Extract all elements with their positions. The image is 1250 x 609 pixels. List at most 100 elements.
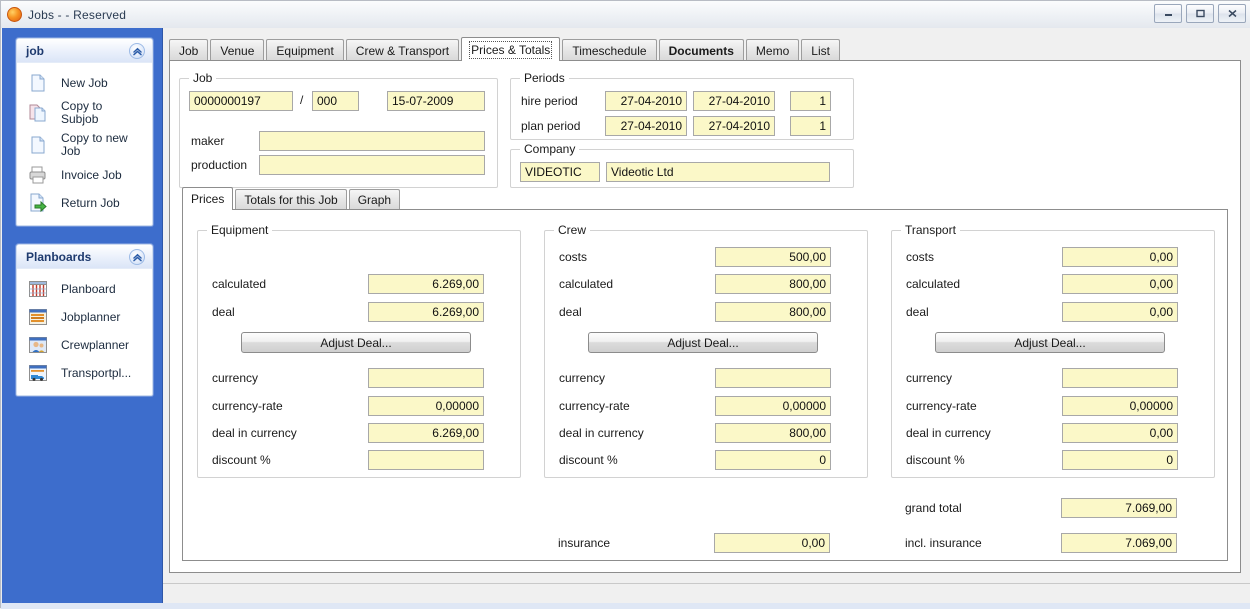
sidebar-panel-job: job New Job Copy to Subjob Copy to new J…: [16, 38, 153, 226]
inner-tab-label: Graph: [357, 193, 392, 207]
prices-and-totals-page: Job 0000000197 / 000 15-07-2009 maker pr…: [169, 60, 1241, 573]
equipment-deal-field[interactable]: 6.269,00: [368, 302, 484, 322]
minimize-button[interactable]: [1154, 4, 1182, 23]
insurance-field[interactable]: 0,00: [714, 533, 830, 553]
transport-deal-label: deal: [906, 305, 929, 319]
tab-list[interactable]: List: [801, 39, 840, 61]
company-name-field[interactable]: Videotic Ltd: [606, 162, 830, 182]
periods-group: Periods hire period 27-04-2010 27-04-201…: [510, 71, 854, 140]
sidebar-item-label: New Job: [61, 75, 108, 90]
sidebar-panel-job-header[interactable]: job: [17, 39, 152, 63]
chevron-up-icon[interactable]: [129, 43, 145, 59]
window-title: Jobs - - Reserved: [28, 7, 127, 22]
crew-discount-field[interactable]: 0: [715, 450, 831, 470]
chevron-up-icon[interactable]: [129, 249, 145, 265]
grand-total-field[interactable]: 7.069,00: [1061, 498, 1177, 518]
equipment-calculated-field[interactable]: 6.269,00: [368, 274, 484, 294]
crew-discount-label: discount %: [559, 453, 618, 467]
equipment-currency-field[interactable]: [368, 368, 484, 388]
title-bar: Jobs - - Reserved: [1, 1, 1250, 28]
equipment-deal-in-currency-label: deal in currency: [212, 426, 297, 440]
inner-tab-label: Totals for this Job: [244, 193, 338, 207]
plan-period-days-field[interactable]: 1: [790, 116, 831, 136]
crew-deal-field[interactable]: 800,00: [715, 302, 831, 322]
job-number-field[interactable]: 0000000197: [189, 91, 293, 111]
tab-job[interactable]: Job: [169, 39, 209, 61]
sidebar-panel-planboards-title: Planboards: [26, 249, 92, 264]
tab-timeschedule[interactable]: Timeschedule: [562, 39, 657, 61]
tab-label: List: [811, 43, 830, 58]
transport-currency-label: currency: [906, 371, 953, 385]
crew-currency-field[interactable]: [715, 368, 831, 388]
plan-period-from-field[interactable]: 27-04-2010: [605, 116, 687, 136]
transport-deal-in-currency-field[interactable]: 0,00: [1062, 423, 1178, 443]
job-date-field[interactable]: 15-07-2009: [387, 91, 485, 111]
inner-tab-graph[interactable]: Graph: [348, 189, 401, 210]
company-group-legend: Company: [520, 142, 580, 156]
sidebar-item-label: Copy to Subjob: [61, 99, 103, 126]
sidebar-panel-planboards-header[interactable]: Planboards: [17, 245, 152, 269]
sidebar-item-copy-to-new-job[interactable]: Copy to new Job: [17, 129, 152, 161]
transport-calculated-field[interactable]: 0,00: [1062, 274, 1178, 294]
status-bar: [163, 583, 1250, 603]
hire-period-from-field[interactable]: 27-04-2010: [605, 91, 687, 111]
crew-adjust-deal-button[interactable]: Adjust Deal...: [588, 332, 818, 353]
sidebar-item-copy-to-subjob[interactable]: Copy to Subjob: [17, 97, 152, 129]
equipment-adjust-deal-button[interactable]: Adjust Deal...: [241, 332, 471, 353]
periods-group-legend: Periods: [520, 71, 569, 85]
sidebar-item-transportplanner[interactable]: Transportpl...: [17, 359, 152, 387]
equipment-discount-field[interactable]: [368, 450, 484, 470]
sidebar-item-new-job[interactable]: New Job: [17, 69, 152, 97]
crew-deal-label: deal: [559, 305, 582, 319]
tab-prices-and-totals[interactable]: Prices & Totals: [461, 37, 561, 61]
sidebar-item-crewplanner[interactable]: Crewplanner: [17, 331, 152, 359]
crew-calculated-label: calculated: [559, 277, 614, 291]
tab-label: Venue: [220, 43, 255, 58]
production-field[interactable]: [259, 155, 485, 175]
company-code-field[interactable]: VIDEOTIC: [520, 162, 600, 182]
job-subnumber-field[interactable]: 000: [312, 91, 359, 111]
production-label: production: [191, 158, 248, 172]
transport-currency-field[interactable]: [1062, 368, 1178, 388]
sidebar-item-jobplanner[interactable]: Jobplanner: [17, 303, 152, 331]
equipment-group: Equipment calculated 6.269,00 deal 6.269…: [197, 223, 521, 478]
transport-adjust-deal-button[interactable]: Adjust Deal...: [935, 332, 1165, 353]
sidebar-item-invoice-job[interactable]: Invoice Job: [17, 161, 152, 189]
hire-period-days-field[interactable]: 1: [790, 91, 831, 111]
tab-equipment[interactable]: Equipment: [266, 39, 344, 61]
inner-tab-totals-for-this-job[interactable]: Totals for this Job: [235, 189, 347, 210]
incl-insurance-field[interactable]: 7.069,00: [1061, 533, 1177, 553]
main-content: Job Venue Equipment Crew & Transport Pri…: [163, 28, 1250, 583]
crew-calculated-field[interactable]: 800,00: [715, 274, 831, 294]
equipment-deal-in-currency-field[interactable]: 6.269,00: [368, 423, 484, 443]
insurance-label: insurance: [558, 536, 611, 550]
hire-period-to-field[interactable]: 27-04-2010: [693, 91, 775, 111]
transport-group-legend: Transport: [901, 223, 960, 237]
sidebar-item-planboard[interactable]: Planboard: [17, 275, 152, 303]
equipment-currency-rate-label: currency-rate: [212, 399, 283, 413]
crew-deal-in-currency-field[interactable]: 800,00: [715, 423, 831, 443]
restore-button[interactable]: [1186, 4, 1214, 23]
inner-tab-prices[interactable]: Prices: [182, 187, 234, 210]
prices-tab-strip: Prices Totals for this Job Graph: [182, 187, 402, 210]
equipment-currency-rate-field[interactable]: 0,00000: [368, 396, 484, 416]
tab-label: Prices & Totals: [469, 40, 553, 59]
tab-crew-and-transport[interactable]: Crew & Transport: [345, 39, 460, 61]
crew-currency-rate-field[interactable]: 0,00000: [715, 396, 831, 416]
transport-costs-field[interactable]: 0,00: [1062, 247, 1178, 267]
transport-deal-field[interactable]: 0,00: [1062, 302, 1178, 322]
plan-period-to-field[interactable]: 27-04-2010: [693, 116, 775, 136]
tab-documents[interactable]: Documents: [658, 39, 744, 61]
crew-deal-in-currency-label: deal in currency: [559, 426, 644, 440]
job-group: Job 0000000197 / 000 15-07-2009 maker pr…: [179, 71, 498, 188]
sidebar: job New Job Copy to Subjob Copy to new J…: [2, 28, 163, 608]
crew-costs-field[interactable]: 500,00: [715, 247, 831, 267]
sidebar-item-return-job[interactable]: Return Job: [17, 189, 152, 217]
tab-venue[interactable]: Venue: [210, 39, 265, 61]
maker-field[interactable]: [259, 131, 485, 151]
crew-currency-label: currency: [559, 371, 606, 385]
transport-discount-field[interactable]: 0: [1062, 450, 1178, 470]
close-button[interactable]: [1218, 4, 1246, 23]
transport-currency-rate-field[interactable]: 0,00000: [1062, 396, 1178, 416]
tab-memo[interactable]: Memo: [745, 39, 800, 61]
